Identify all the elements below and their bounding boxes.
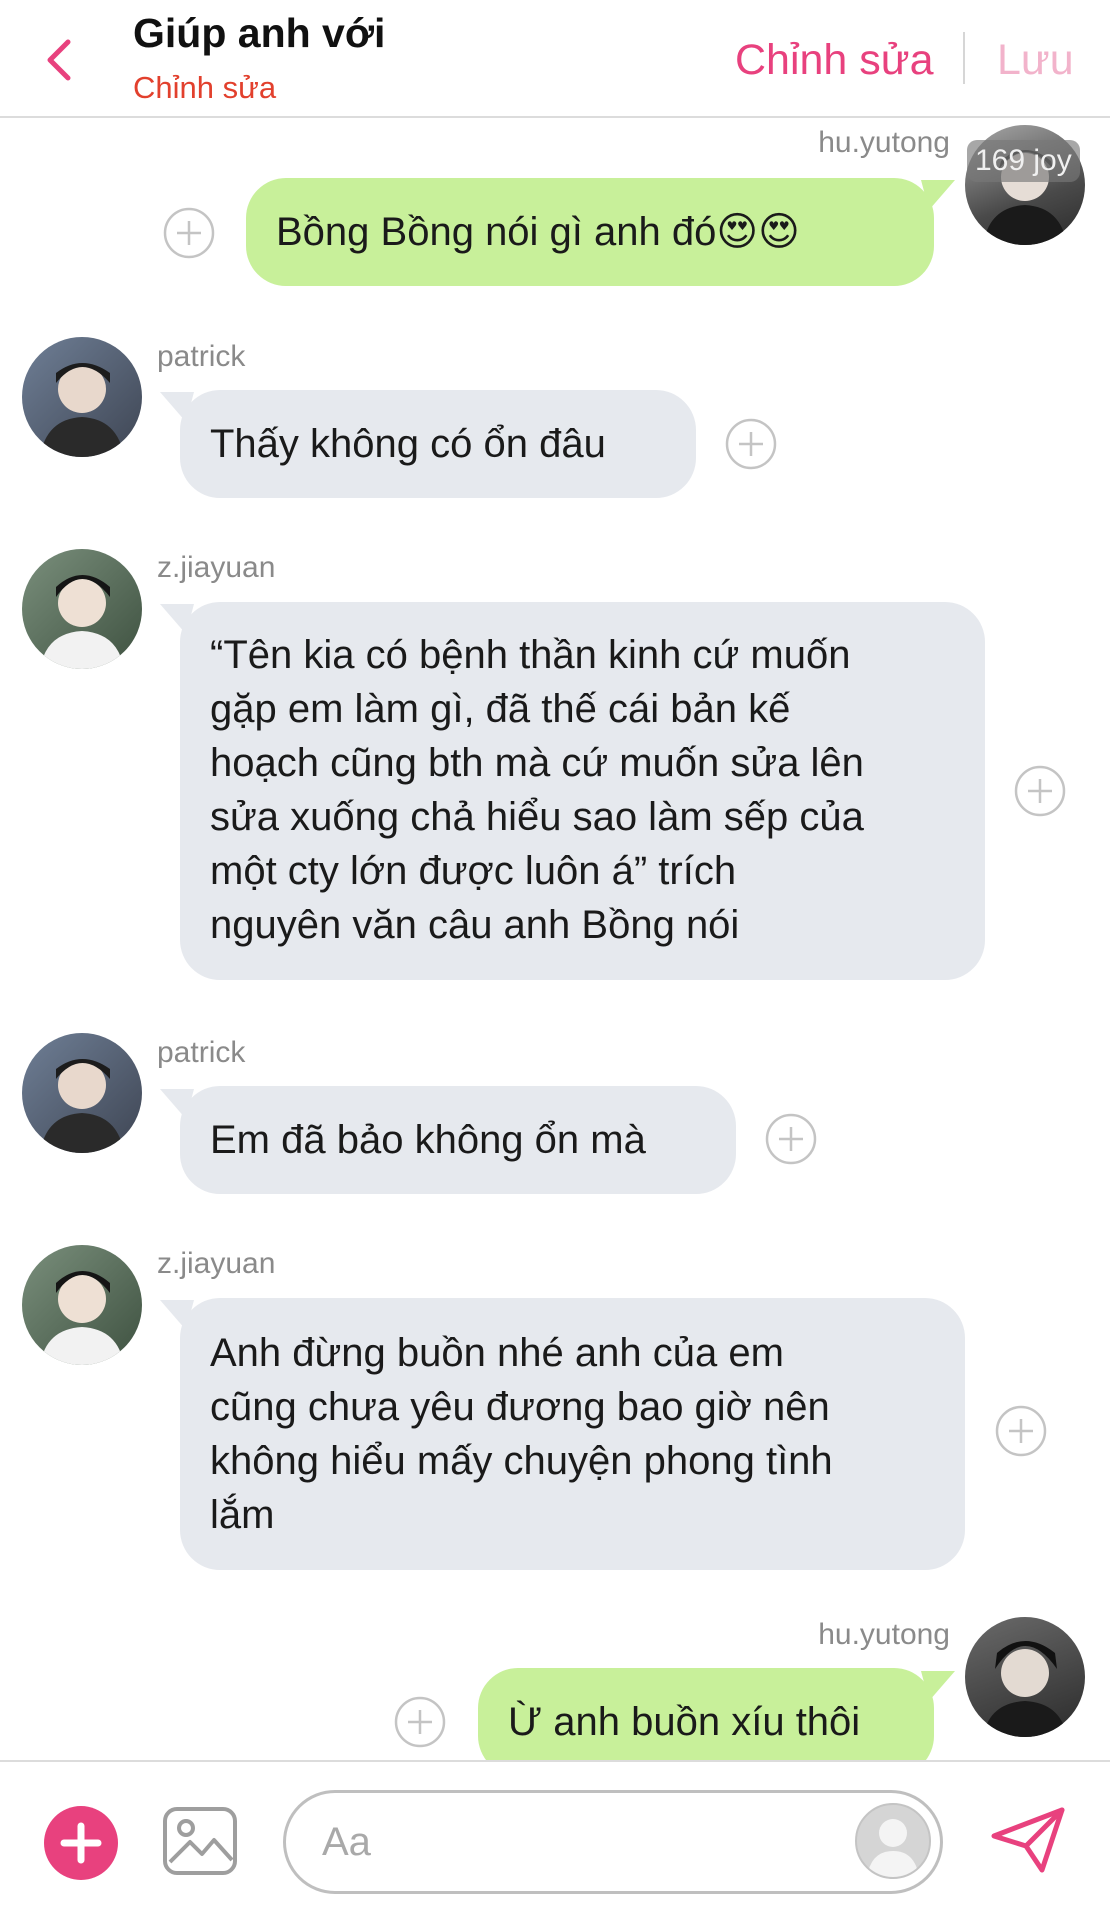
add-reaction-icon[interactable] [394, 1696, 446, 1748]
chat-subtitle: Chỉnh sửa [133, 70, 277, 105]
add-reaction-icon[interactable] [725, 418, 777, 470]
message-line: nguyên văn câu anh Bồng nói [210, 903, 740, 947]
message-bubble[interactable]: Em đã bảo không ổn mà [180, 1086, 736, 1194]
edit-button[interactable]: Chỉnh sửa [735, 36, 934, 85]
add-reaction-icon[interactable] [995, 1405, 1047, 1457]
message-line: không hiểu mấy chuyện phong tình [210, 1439, 833, 1483]
avatar[interactable] [22, 1245, 142, 1365]
avatar[interactable] [22, 1033, 142, 1153]
plus-icon [60, 1822, 102, 1864]
message-line: Anh đừng buồn nhé anh của em [210, 1331, 784, 1375]
message-bubble[interactable]: Thấy không có ổn đâu [180, 390, 696, 498]
default-avatar-icon [867, 1819, 919, 1877]
back-chevron-icon[interactable] [40, 34, 80, 86]
person-silhouette-icon [40, 575, 124, 669]
message-input-placeholder: Aa [322, 1820, 371, 1864]
bubble-tail [921, 180, 955, 210]
header-divider [963, 32, 965, 84]
person-silhouette-icon [983, 1641, 1067, 1737]
sender-name: hu.yutong [818, 126, 950, 159]
send-icon[interactable] [990, 1806, 1066, 1874]
message-input[interactable] [283, 1790, 943, 1894]
add-reaction-icon[interactable] [1014, 765, 1066, 817]
person-silhouette-icon [40, 1271, 124, 1365]
avatar-badge: 169 joy [967, 140, 1080, 182]
avatar[interactable] [22, 337, 142, 457]
add-reaction-icon[interactable] [765, 1113, 817, 1165]
sender-name: hu.yutong [818, 1618, 950, 1651]
bubble-tail [921, 1671, 955, 1701]
add-button[interactable] [44, 1806, 118, 1880]
sender-avatar-selector[interactable] [855, 1803, 931, 1879]
sender-name: patrick [157, 340, 246, 373]
message-line: sửa xuống chả hiểu sao làm sếp của [210, 795, 864, 839]
message-line: “Tên kia có bệnh thần kinh cứ muốn [210, 633, 851, 677]
image-picker-icon[interactable] [162, 1806, 238, 1876]
sender-name: patrick [157, 1036, 246, 1069]
avatar[interactable] [965, 1617, 1085, 1737]
message-bubble[interactable]: Anh đừng buồn nhé anh của em cũng chưa y… [180, 1298, 965, 1570]
message-line: gặp em làm gì, đã thế cái bản kế [210, 687, 791, 731]
sender-name: z.jiayuan [157, 1247, 276, 1280]
person-silhouette-icon [40, 1059, 124, 1153]
message-line: cũng chưa yêu đương bao giờ nên [210, 1385, 830, 1429]
avatar[interactable] [22, 549, 142, 669]
message-line: lắm [210, 1493, 275, 1537]
chat-title: Giúp anh với [133, 10, 386, 56]
message-bubble[interactable]: Bồng Bồng nói gì anh đó😍😍 [246, 178, 934, 286]
add-reaction-icon[interactable] [163, 207, 215, 259]
sender-name: z.jiayuan [157, 551, 276, 584]
message-bubble[interactable]: “Tên kia có bệnh thần kinh cứ muốn gặp e… [180, 602, 985, 980]
person-silhouette-icon [40, 363, 124, 457]
save-button[interactable]: Lưu [997, 36, 1074, 85]
message-line: một cty lớn được luôn á” trích [210, 849, 737, 893]
message-line: hoạch cũng bth mà cứ muốn sửa lên [210, 741, 864, 785]
